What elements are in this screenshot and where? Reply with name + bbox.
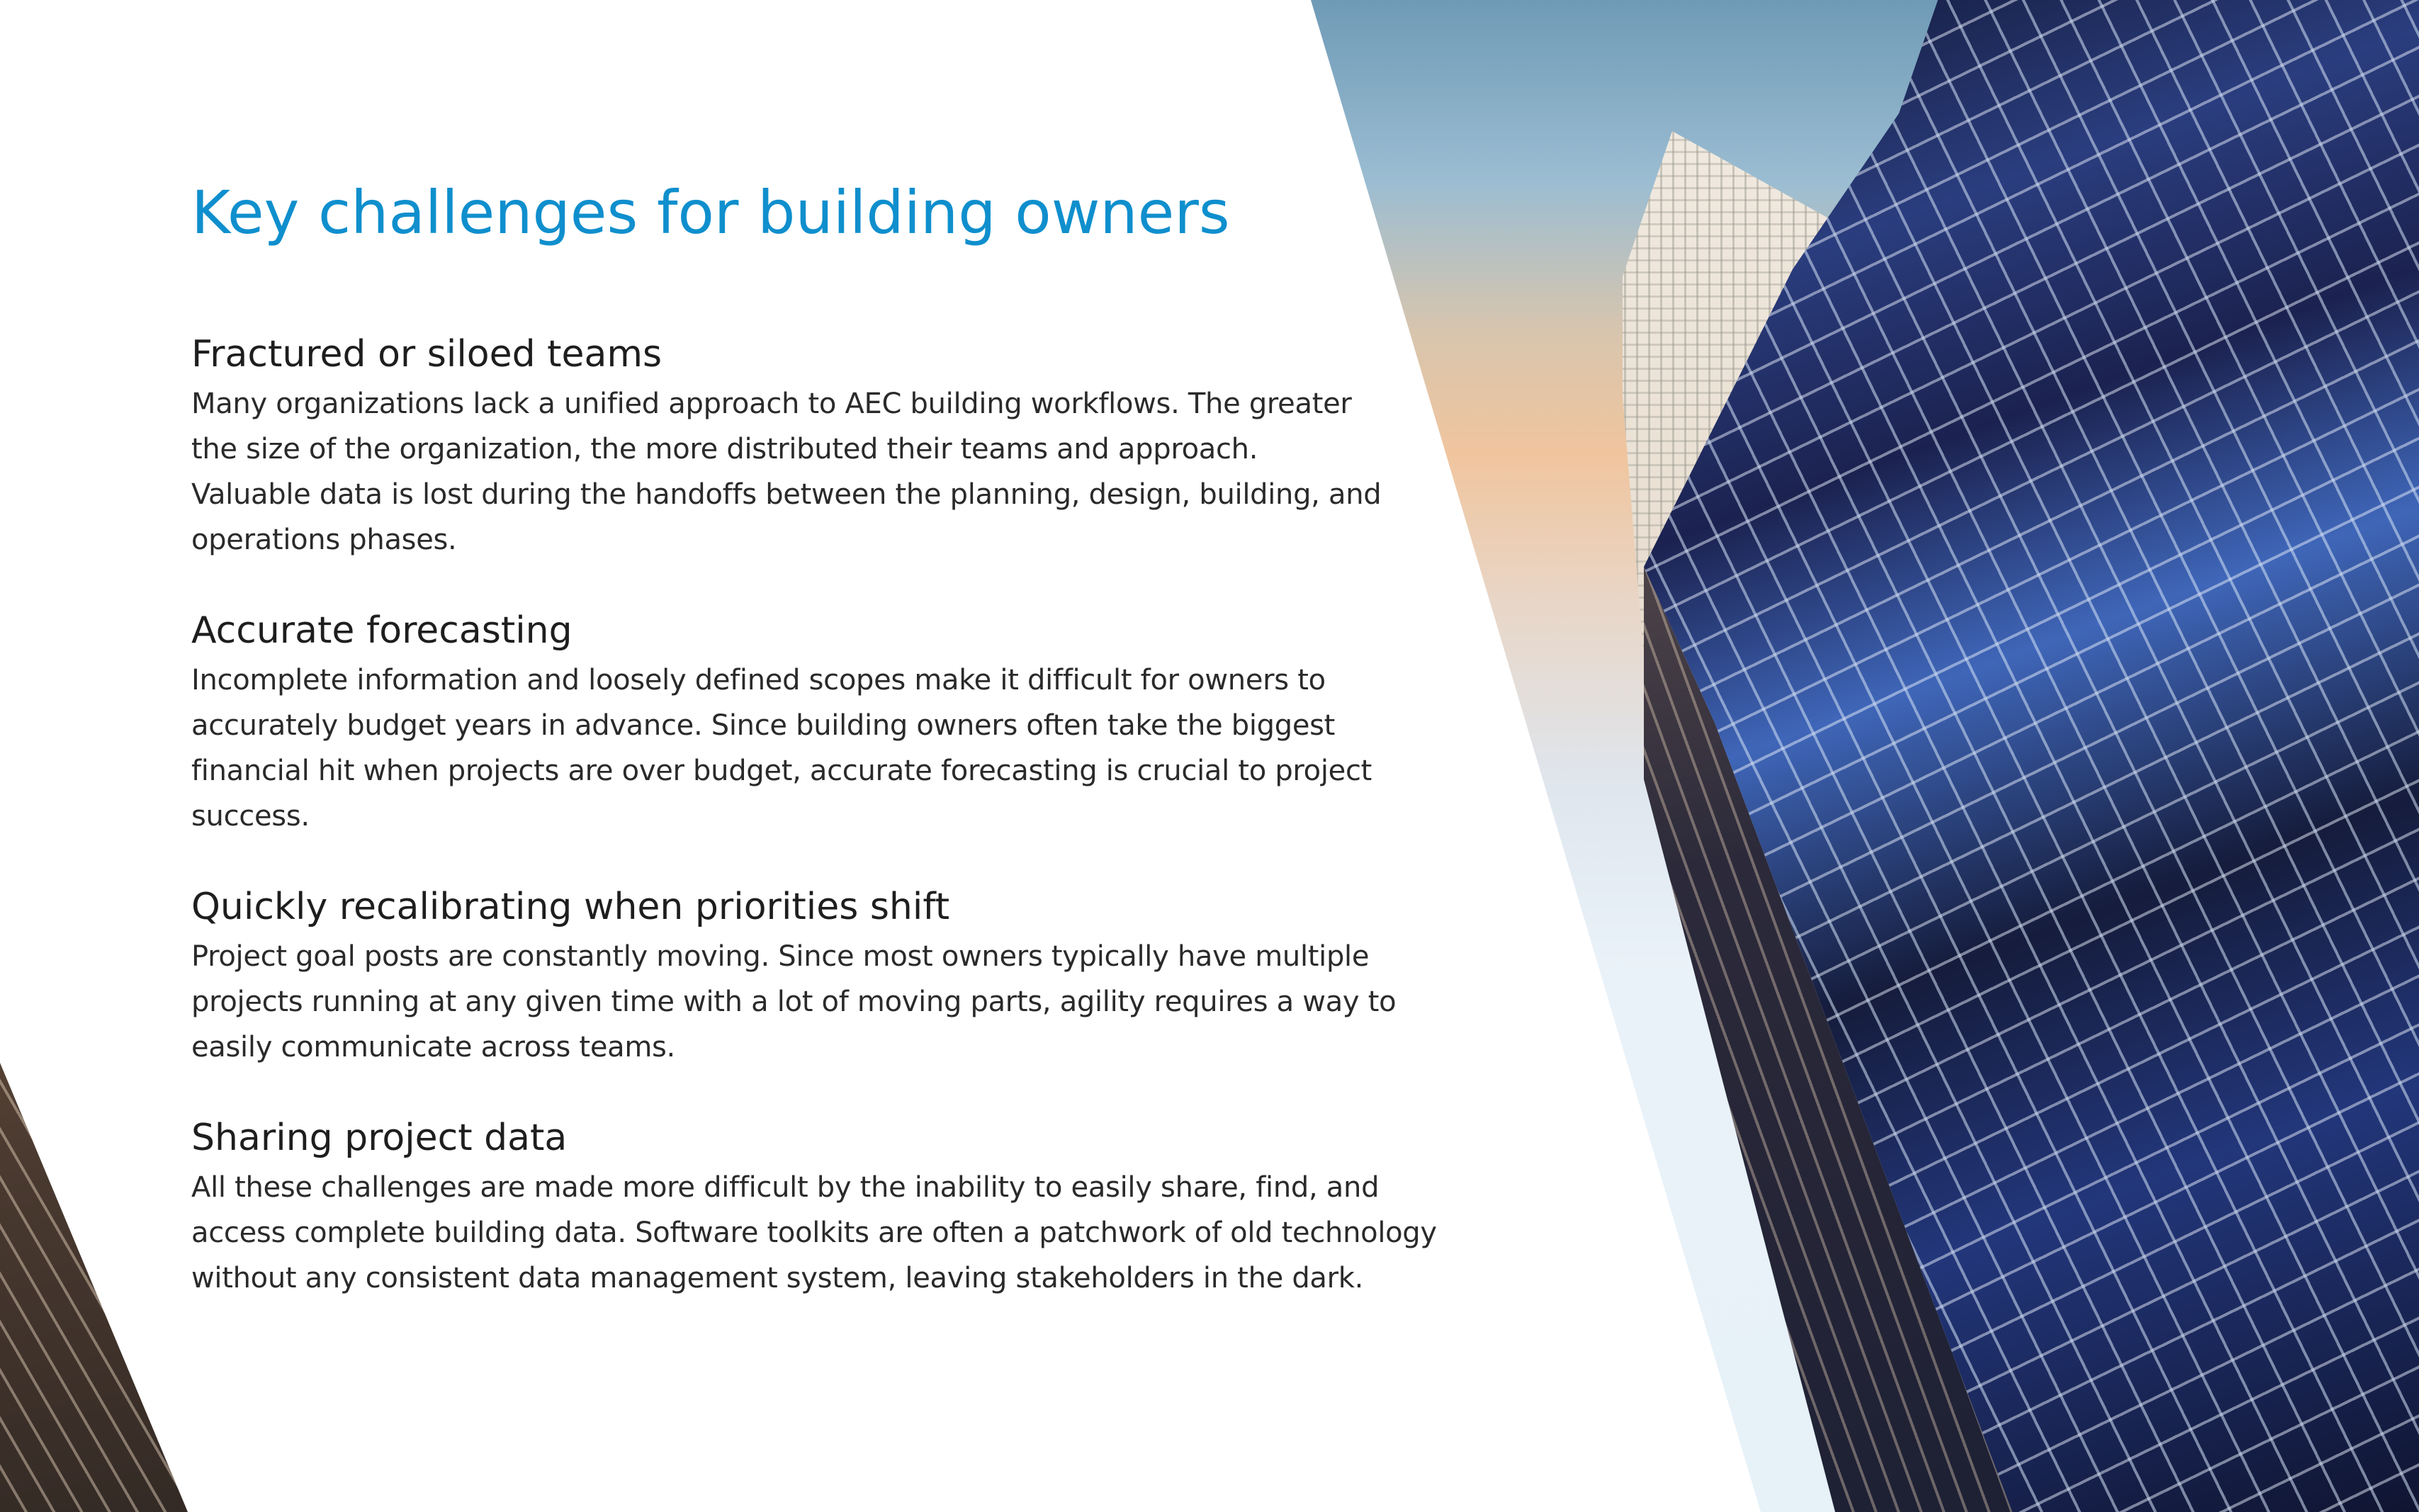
section-body: Project goal posts are constantly moving… xyxy=(191,934,1438,1070)
body-line: operations phases. xyxy=(191,524,457,556)
body-line: Many organizations lack a unified approa… xyxy=(191,388,1352,420)
body-line: Incomplete information and loosely defin… xyxy=(191,664,1326,696)
body-line: without any consistent data management s… xyxy=(191,1262,1364,1294)
body-line: accurately budget years in advance. Sinc… xyxy=(191,709,1336,742)
body-line: projects running at any given time with … xyxy=(191,986,1397,1018)
body-line: success. xyxy=(191,800,310,833)
section-heading: Quickly recalibrating when priorities sh… xyxy=(191,886,950,928)
page-title: Key challenges for building owners xyxy=(191,178,1230,247)
body-line: Valuable data is lost during the handoff… xyxy=(191,478,1382,511)
section-heading: Accurate forecasting xyxy=(191,609,573,652)
body-line: financial hit when projects are over bud… xyxy=(191,755,1372,787)
body-line: easily communicate across teams. xyxy=(191,1031,675,1064)
section-accurate-forecasting: Accurate forecasting Incomplete informat… xyxy=(191,608,1438,839)
body-line: access complete building data. Software … xyxy=(191,1217,1437,1249)
body-line: All these challenges are made more diffi… xyxy=(191,1171,1380,1204)
section-fractured-teams: Fractured or siloed teams Many organizat… xyxy=(191,332,1438,563)
section-recalibrating-priorities: Quickly recalibrating when priorities sh… xyxy=(191,884,1438,1070)
section-body: Many organizations lack a unified approa… xyxy=(191,381,1438,563)
section-body: Incomplete information and loosely defin… xyxy=(191,658,1438,839)
section-body: All these challenges are made more diffi… xyxy=(191,1165,1438,1301)
section-heading: Sharing project data xyxy=(191,1117,568,1159)
body-line: Project goal posts are constantly moving… xyxy=(191,940,1370,973)
section-sharing-project-data: Sharing project data All these challenge… xyxy=(191,1115,1438,1301)
body-line: the size of the organization, the more d… xyxy=(191,433,1258,466)
document-page: Key challenges for building owners Fract… xyxy=(0,0,2419,1512)
section-heading: Fractured or siloed teams xyxy=(191,333,662,376)
